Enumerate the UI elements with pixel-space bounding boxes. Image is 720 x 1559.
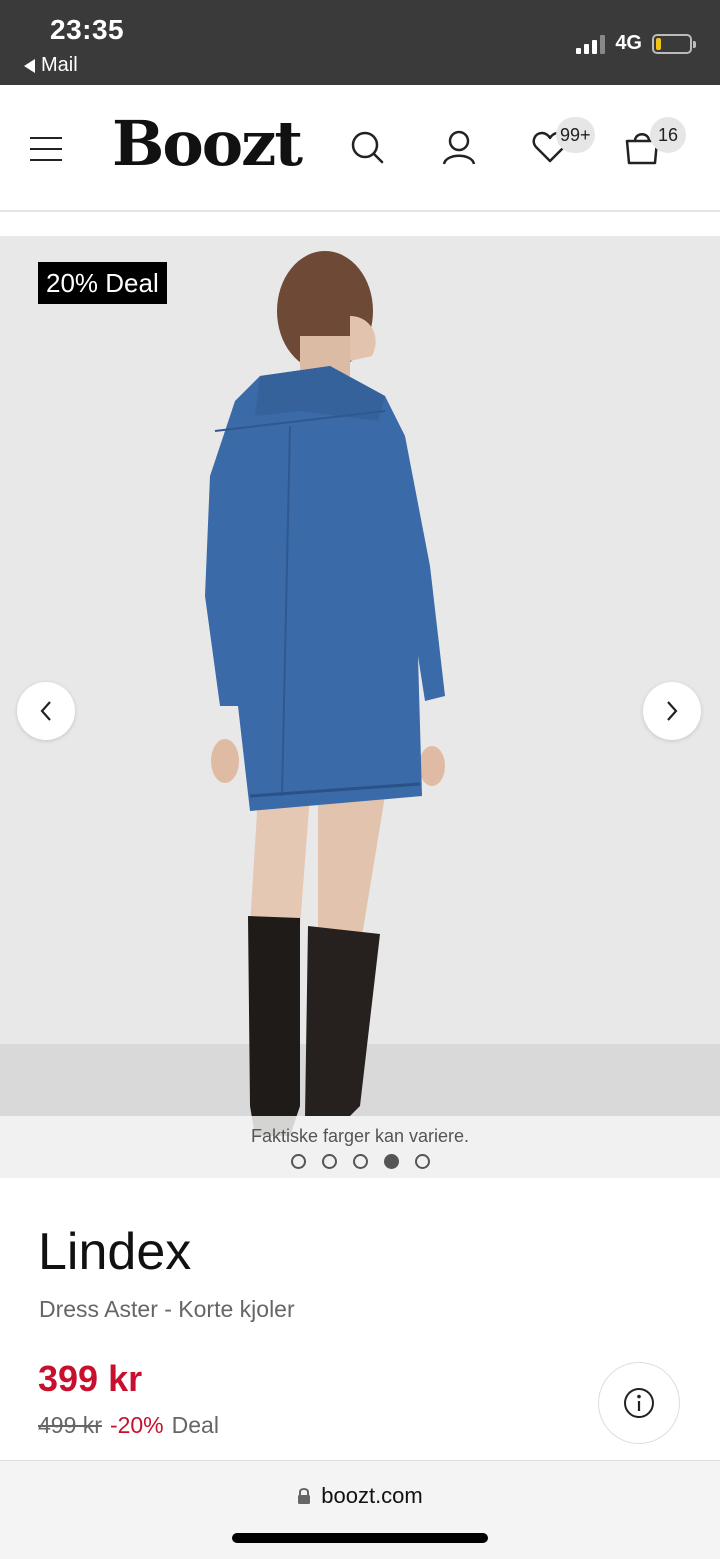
wishlist-count-badge: 99+ [556,117,595,153]
original-price: 499 kr [38,1412,102,1438]
gallery-pagination [0,1154,720,1169]
gallery-dot[interactable] [290,1154,306,1169]
product-image-gallery[interactable]: 20% Deal Faktiske farger kan variere. [0,236,720,1178]
next-image-button[interactable] [643,682,701,740]
site-header: Boozt 99+ 16 [0,85,720,212]
lock-icon [298,1488,311,1504]
color-disclaimer: Faktiske farger kan variere. [250,1126,470,1146]
gallery-dot[interactable] [352,1154,368,1169]
home-indicator[interactable] [232,1533,488,1543]
gallery-caption-bar: Faktiske farger kan variere. [0,1116,720,1178]
info-icon [624,1388,654,1418]
product-name: Dress Aster - Korte kjoler [39,1296,295,1322]
gallery-dot[interactable] [414,1154,430,1169]
back-to-mail-link[interactable]: Mail [24,54,78,77]
discount-percent: -20% [109,1412,164,1438]
boozt-logo[interactable]: Boozt [112,107,303,180]
gallery-dot-active[interactable] [383,1154,399,1169]
back-arrow-icon [24,58,35,73]
search-icon[interactable] [347,127,387,167]
price-details: 499 kr -20% Deal [38,1412,219,1439]
gallery-dot[interactable] [321,1154,337,1169]
user-icon[interactable] [439,127,479,167]
chevron-left-icon [40,701,51,721]
signal-icon [576,34,606,54]
back-label: Mail [41,54,78,76]
chevron-right-icon [667,701,678,721]
product-brand[interactable]: Lindex [38,1222,191,1282]
url-text: boozt.com [321,1483,423,1508]
deal-tag: 20% Deal [38,262,167,304]
network-type: 4G [615,32,642,54]
status-bar: 23:35 Mail 4G [0,0,720,85]
battery-icon [652,33,696,54]
menu-icon[interactable] [30,137,62,161]
product-photo [205,251,445,1136]
current-price: 399 kr [38,1358,143,1399]
browser-url-bar[interactable]: boozt.com [0,1460,720,1559]
deal-label: Deal [171,1412,219,1438]
previous-image-button[interactable] [17,682,75,740]
status-indicators: 4G [576,32,696,55]
price-info-button[interactable] [598,1362,680,1444]
cart-count-badge: 16 [650,117,686,153]
status-time: 23:35 [50,14,125,45]
